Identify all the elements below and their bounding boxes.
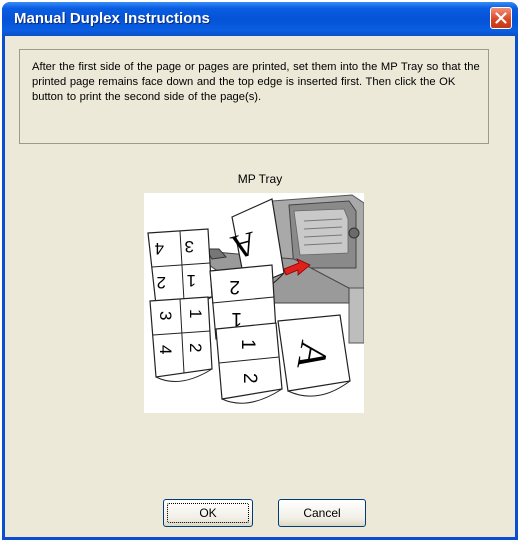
instructions-text: After the first side of the page or page…	[32, 61, 480, 103]
svg-text:3: 3	[185, 237, 194, 256]
svg-text:2: 2	[229, 276, 240, 297]
page-stack-4: 1 2	[215, 322, 283, 404]
cancel-button[interactable]: Cancel	[278, 499, 366, 527]
page-stack-5: A	[277, 314, 351, 397]
svg-text:1: 1	[186, 309, 205, 318]
title-bar[interactable]: Manual Duplex Instructions	[2, 2, 518, 36]
duplex-illustration: A 4 3 2 1 2 1 3 1 4 2 1 2 A	[144, 193, 365, 413]
window-title: Manual Duplex Instructions	[14, 10, 210, 27]
svg-text:3: 3	[156, 311, 175, 320]
svg-text:2: 2	[239, 373, 260, 384]
svg-text:4: 4	[155, 239, 164, 258]
focus-ring	[167, 503, 249, 523]
svg-text:4: 4	[156, 345, 175, 354]
svg-text:1: 1	[187, 271, 196, 290]
printer-tray-graphic: A 4 3 2 1 2 1 3 1 4 2 1 2 A	[147, 194, 365, 404]
page-stack-3: 3 1 4 2	[149, 296, 213, 382]
mp-tray-label: MP Tray	[237, 172, 283, 186]
instructions-panel: After the first side of the page or page…	[19, 49, 489, 144]
close-button[interactable]	[490, 7, 512, 29]
svg-text:2: 2	[186, 343, 205, 352]
dialog-window: Manual Duplex Instructions After the fir…	[2, 2, 518, 540]
ok-button[interactable]: OK	[163, 499, 253, 527]
cancel-button-label: Cancel	[303, 506, 341, 520]
svg-text:1: 1	[231, 308, 242, 329]
svg-text:2: 2	[157, 273, 166, 292]
close-icon	[495, 12, 507, 24]
svg-text:1: 1	[237, 339, 258, 350]
